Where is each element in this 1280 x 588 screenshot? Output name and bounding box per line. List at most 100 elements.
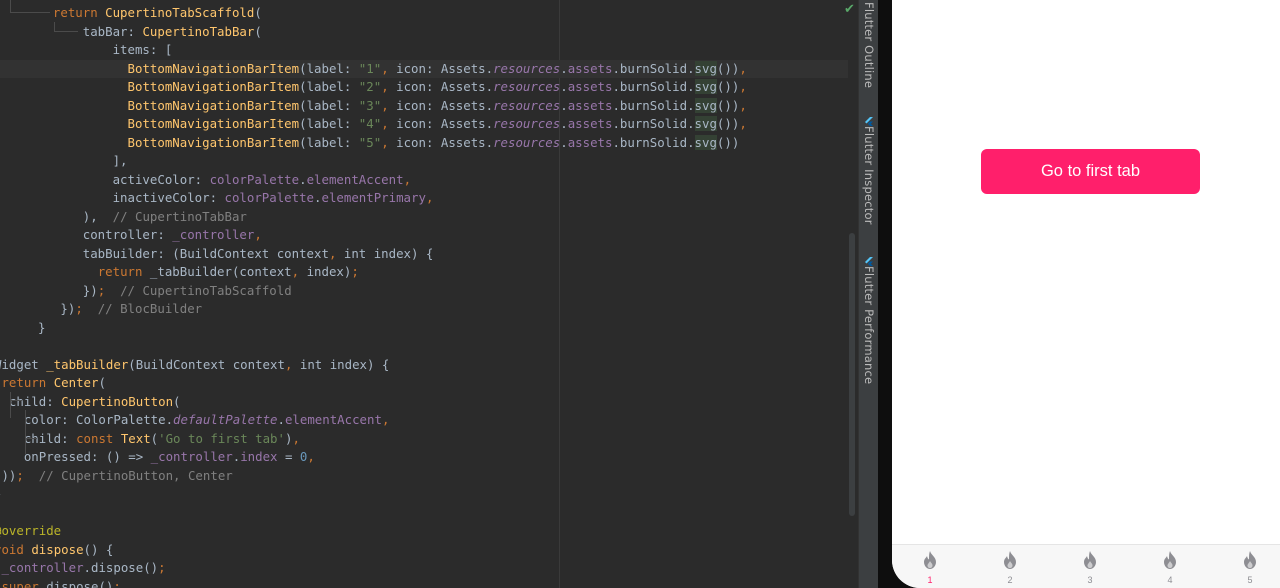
code-line[interactable]: super.dispose(); [0,578,120,588]
code-token: svg [694,97,717,113]
code-line[interactable]: void dispose() { [0,541,113,560]
code-token: .burnSolid. [612,60,695,76]
code-token: , [381,116,397,131]
code-line[interactable]: child: const Text('Go to first tab'), [0,430,300,449]
code-token: , [284,356,300,372]
code-token: void [0,541,24,557]
flutter-icon [864,112,874,126]
code-token: "3" [358,97,382,113]
code-line[interactable]: BottomNavigationBarItem(label: "5", icon… [38,134,739,153]
tool-window-tab-flutter-performance[interactable]: Flutter Performance [859,252,879,384]
code-token: icon: Assets. [396,116,494,131]
code-token: ()) [716,60,740,76]
tab-item-5[interactable]: 5 [1235,551,1265,585]
code-token: , [291,264,307,279]
code-token: ), [38,208,113,224]
code-token: items: [ [38,42,173,57]
code-token: @override [0,523,62,538]
code-line[interactable]: BottomNavigationBarItem(label: "3", icon… [38,97,747,116]
tab-item-1[interactable]: 1 [915,551,945,585]
code-token: ( [98,375,106,390]
tool-window-tab-flutter-inspector[interactable]: Flutter Inspector [859,112,879,225]
go-to-first-tab-button[interactable]: Go to first tab [981,149,1200,194]
code-line[interactable]: BottomNavigationBarItem(label: "1", icon… [38,60,747,79]
code-token: .burnSolid. [612,97,695,113]
device-screen: Go to first tab 1 2 3 4 5 [892,0,1280,588]
code-token: assets [567,79,613,94]
code-token: } [38,319,46,335]
code-line[interactable]: ), // CupertinoTabBar [38,208,247,227]
code-token: () { [83,541,114,557]
code-token: (BuildContext context [128,356,285,372]
code-line[interactable]: ], [38,152,128,171]
code-token: , [425,190,434,205]
code-line[interactable]: return Center( [0,374,106,393]
code-line[interactable]: return CupertinoTabScaffold( [38,4,262,23]
code-editor[interactable]: return CupertinoTabScaffold( tabBar: Cup… [0,0,848,588]
code-line[interactable]: items: [ [38,41,173,60]
code-line[interactable]: )); // CupertinoButton, Center [0,467,232,486]
code-line[interactable]: }); // CupertinoTabScaffold [38,282,292,301]
code-token: svg [694,79,717,94]
flame-icon [923,551,937,573]
code-token: _tabBuilder [46,356,129,372]
code-token: elementPrimary [321,190,426,205]
code-line[interactable]: activeColor: colorPalette.elementAccent, [38,171,411,190]
code-token: int [299,356,330,372]
code-line[interactable]: _controller.dispose(); [0,559,165,578]
code-token: _tabBuilder(context [149,264,292,279]
code-line[interactable]: }); // BlocBuilder [38,300,202,319]
code-line[interactable]: } [38,319,45,338]
code-token: CupertinoTabBar [142,23,255,39]
code-line[interactable]: onPressed: () => _controller.index = 0, [0,448,315,467]
code-token: . [560,60,568,76]
code-token: return [97,264,150,279]
flame-icon [1163,551,1177,573]
inspection-ok-icon[interactable]: ✔ [844,2,855,17]
code-token: int [343,245,374,261]
code-token: , [381,412,390,427]
code-token: _controller [1,560,84,575]
code-line[interactable]: controller: _controller, [38,226,262,245]
code-token: (label: [299,116,359,131]
code-line[interactable]: return _tabBuilder(context, index); [38,263,359,282]
code-token: // CupertinoTabBar [112,208,247,224]
code-token: Center [53,375,99,390]
code-token: icon: Assets. [396,134,494,150]
code-token: return [52,5,106,20]
code-token: return [1,375,54,390]
code-token: // CupertinoTabScaffold [120,282,292,298]
indent-guide [25,438,37,439]
code-token: , [739,79,747,94]
code-line[interactable]: } [0,485,1,504]
code-token: _controller [172,227,255,242]
tab-item-2[interactable]: 2 [995,551,1025,585]
code-line[interactable]: Widget _tabBuilder(BuildContext context,… [0,356,389,375]
code-token: colorPalette [209,171,300,187]
indent-guide [10,400,22,401]
tool-window-label: Flutter Outline [862,2,876,89]
code-line[interactable]: @override [0,522,61,541]
code-token: "5" [358,134,382,150]
code-line[interactable]: BottomNavigationBarItem(label: "4", icon… [38,115,747,134]
code-line[interactable]: inactiveColor: colorPalette.elementPrima… [38,189,434,208]
code-line[interactable]: child: CupertinoButton( [0,393,181,412]
tool-window-tab-flutter-outline[interactable]: Flutter Outline [859,2,879,88]
code-token: ()) [716,97,740,113]
code-token: (label: [299,134,359,150]
editor-scrollbar-thumb[interactable] [849,233,855,516]
code-line[interactable]: color: ColorPalette.defaultPalette.eleme… [0,411,390,430]
code-token: index [240,449,278,464]
code-line[interactable]: tabBuilder: (BuildContext context, int i… [38,245,434,264]
code-token: _controller [150,449,233,464]
code-line[interactable]: BottomNavigationBarItem(label: "2", icon… [38,78,747,97]
code-token: = [277,449,300,464]
code-token: activeColor: [38,171,210,187]
code-token: 'Go to first tab' [158,430,285,446]
code-token: // BlocBuilder [97,301,203,316]
tab-item-4[interactable]: 4 [1155,551,1185,585]
tab-item-3[interactable]: 3 [1075,551,1105,585]
code-token: colorPalette [224,190,315,205]
